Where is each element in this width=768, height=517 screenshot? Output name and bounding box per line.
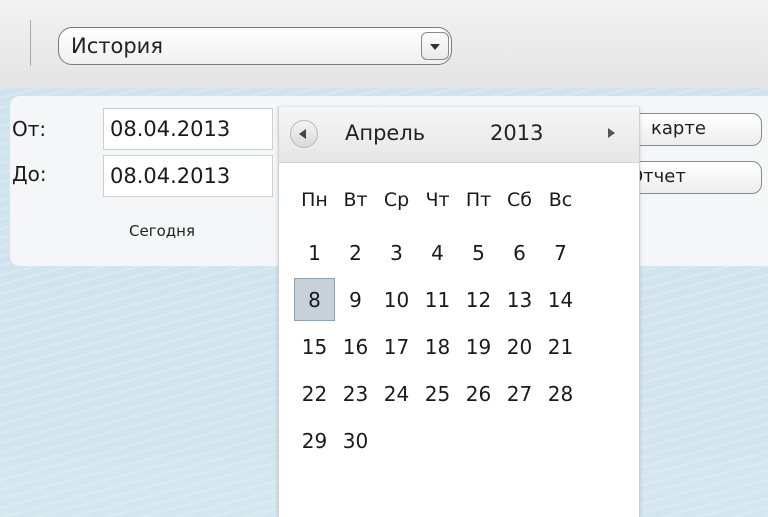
calendar-day[interactable]: 29	[294, 417, 335, 464]
calendar-popup: Апрель 2013 Пн Вт Ср Чт Пт Сб Вс 1 2 3 4 5 6 7 8 9 10 11 1…	[278, 107, 640, 517]
weekday-header: Пт	[465, 189, 492, 211]
calendar-month[interactable]: Апрель	[345, 121, 425, 145]
calendar-day[interactable]: 11	[417, 276, 458, 323]
calendar-day[interactable]: 9	[335, 276, 376, 323]
show-on-map-label: карте	[651, 118, 706, 139]
weekday-header: Чт	[425, 189, 450, 211]
calendar-day[interactable]: 20	[499, 323, 540, 370]
calendar-day[interactable]: 18	[417, 323, 458, 370]
calendar-day[interactable]: 23	[335, 370, 376, 417]
to-date-input[interactable]: 08.04.2013	[103, 155, 273, 197]
chevron-right-icon	[608, 128, 615, 138]
calendar-day[interactable]: 21	[540, 323, 581, 370]
calendar-day[interactable]: 5	[458, 229, 499, 276]
calendar-day[interactable]: 12	[458, 276, 499, 323]
toolbar-separator	[30, 20, 31, 66]
calendar-day[interactable]: 27	[499, 370, 540, 417]
calendar-day[interactable]: 28	[540, 370, 581, 417]
next-month-button[interactable]	[605, 125, 619, 143]
calendar-day[interactable]: 17	[376, 323, 417, 370]
calendar-day[interactable]: 15	[294, 323, 335, 370]
from-date-input[interactable]: 08.04.2013	[103, 108, 273, 150]
history-select-value: История	[71, 34, 163, 58]
history-select[interactable]: История	[58, 27, 452, 65]
calendar-day[interactable]: 26	[458, 370, 499, 417]
weekday-header: Сб	[507, 189, 532, 211]
calendar-day[interactable]: 19	[458, 323, 499, 370]
calendar-day[interactable]: 24	[376, 370, 417, 417]
weekday-header: Вт	[343, 189, 368, 211]
calendar-day[interactable]: 2	[335, 229, 376, 276]
calendar-day[interactable]: 25	[417, 370, 458, 417]
calendar-day[interactable]: 14	[540, 276, 581, 323]
report-button[interactable]: Отчет	[620, 161, 762, 194]
calendar-day[interactable]: 1	[294, 229, 335, 276]
chevron-left-icon	[299, 129, 306, 139]
weekday-header: Вс	[548, 189, 573, 211]
calendar-day[interactable]: 10	[376, 276, 417, 323]
show-on-map-button[interactable]: карте	[620, 113, 762, 146]
calendar-day[interactable]: 7	[540, 229, 581, 276]
calendar-day[interactable]: 30	[335, 417, 376, 464]
calendar-day[interactable]: 4	[417, 229, 458, 276]
calendar-day-selected[interactable]: 8	[294, 278, 335, 321]
to-label: До:	[12, 162, 47, 186]
calendar-day[interactable]: 6	[499, 229, 540, 276]
chevron-down-icon	[430, 44, 440, 50]
calendar-day[interactable]: 13	[499, 276, 540, 323]
calendar-grid: Пн Вт Ср Чт Пт Сб Вс 1 2 3 4 5 6 7 8 9 10 11 12 13 14 15 16 17 1…	[294, 182, 581, 464]
from-label: От:	[12, 117, 47, 141]
weekday-header: Ср	[383, 189, 410, 211]
history-dropdown-button[interactable]	[421, 32, 449, 60]
weekday-header: Пн	[301, 189, 328, 211]
calendar-header: Апрель 2013	[279, 107, 639, 163]
calendar-day[interactable]: 3	[376, 229, 417, 276]
toolbar: История	[0, 0, 768, 89]
calendar-day[interactable]: 16	[335, 323, 376, 370]
calendar-year[interactable]: 2013	[490, 121, 543, 145]
calendar-day[interactable]: 22	[294, 370, 335, 417]
prev-month-button[interactable]	[290, 120, 318, 148]
today-button[interactable]: Сегодня	[129, 222, 195, 240]
